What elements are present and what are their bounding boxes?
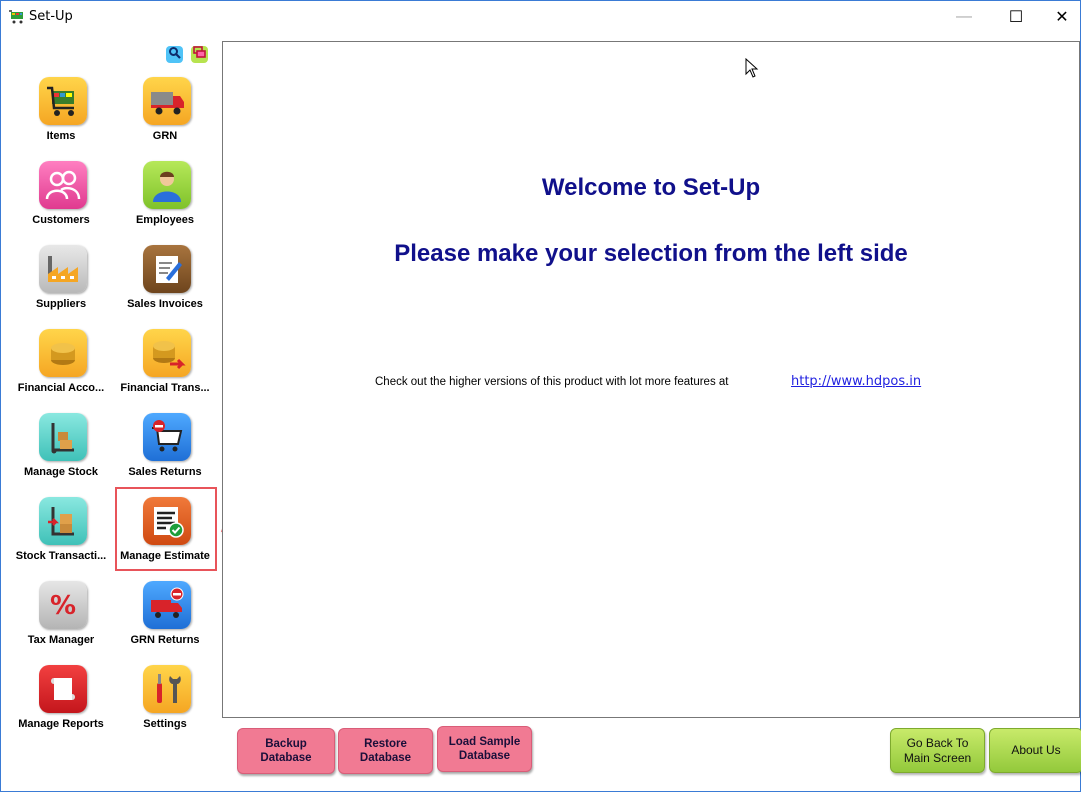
factory-icon bbox=[39, 245, 87, 293]
sidebar-item-label: Items bbox=[46, 130, 76, 142]
minimize-button[interactable]: — bbox=[941, 1, 987, 33]
sidebar-item-label: Financial Acco... bbox=[17, 382, 105, 394]
tools-icon bbox=[143, 665, 191, 713]
sidebar-item-label: Customers bbox=[32, 214, 90, 226]
maximize-icon: ☐ bbox=[1008, 9, 1024, 26]
sidebar-item-manage-reports[interactable]: Manage Reports bbox=[9, 661, 113, 743]
close-icon: ✕ bbox=[1055, 9, 1069, 26]
sidebar-item-sales-returns[interactable]: Sales Returns bbox=[113, 409, 217, 491]
delivery-truck-icon bbox=[143, 77, 191, 125]
backup-database-button[interactable]: Backup Database bbox=[237, 728, 335, 774]
sidebar-item-label: Employees bbox=[135, 214, 195, 226]
cart-app-icon bbox=[9, 10, 25, 24]
sidebar-item-manage-stock[interactable]: Manage Stock bbox=[9, 409, 113, 491]
sidebar-item-label: Financial Trans... bbox=[120, 382, 210, 394]
window-title: Set-Up bbox=[29, 9, 73, 24]
sidebar-item-customers[interactable]: Customers bbox=[9, 157, 113, 239]
cart-remove-icon bbox=[143, 413, 191, 461]
search-button[interactable] bbox=[166, 46, 183, 63]
edit-document-icon bbox=[143, 245, 191, 293]
svg-text:%: % bbox=[50, 591, 76, 621]
close-button[interactable]: ✕ bbox=[1039, 1, 1081, 33]
load-sample-database-button[interactable]: Load Sample Database bbox=[437, 726, 532, 772]
sidebar-item-employees[interactable]: Employees bbox=[113, 157, 217, 239]
coins-icon bbox=[39, 329, 87, 377]
title-bar: Set-Up — ☐ ✕ bbox=[1, 1, 1080, 33]
setup-window: Set-Up — ☐ ✕ Items GRN Customers Employe… bbox=[0, 0, 1081, 792]
windows-icon bbox=[193, 45, 206, 64]
sidebar-item-settings[interactable]: Settings bbox=[113, 661, 217, 743]
sidebar-item-grn[interactable]: GRN bbox=[113, 73, 217, 155]
welcome-heading: Welcome to Set-Up bbox=[541, 174, 761, 201]
sidebar-item-label: Manage Reports bbox=[18, 718, 104, 730]
promo-text: Check out the higher versions of this pr… bbox=[375, 376, 729, 388]
highlight-box bbox=[115, 487, 217, 571]
percent-icon: % bbox=[39, 581, 87, 629]
sidebar-item-label: Suppliers bbox=[35, 298, 87, 310]
sidebar-item-items[interactable]: Items bbox=[9, 73, 113, 155]
person-icon bbox=[143, 161, 191, 209]
hdpos-link[interactable]: http://www.hdpos.in bbox=[791, 374, 921, 389]
sidebar-item-grn-returns[interactable]: GRN Returns bbox=[113, 577, 217, 659]
go-back-main-screen-button[interactable]: Go Back To Main Screen bbox=[890, 728, 985, 773]
module-sidebar: Items GRN Customers Employees Suppliers … bbox=[9, 41, 222, 731]
sidebar-item-label: Stock Transacti... bbox=[15, 550, 107, 562]
sidebar-item-financial-accounts[interactable]: Financial Acco... bbox=[9, 325, 113, 407]
stock-transfer-icon bbox=[39, 497, 87, 545]
mouse-cursor-icon bbox=[745, 58, 759, 78]
sidebar-item-label: Manage Stock bbox=[24, 466, 98, 478]
people-icon bbox=[39, 161, 87, 209]
sidebar-item-label: Tax Manager bbox=[27, 634, 95, 646]
truck-remove-icon bbox=[143, 581, 191, 629]
sidebar-item-label: Settings bbox=[143, 718, 187, 730]
sidebar-item-stock-transactions[interactable]: Stock Transacti... bbox=[9, 493, 113, 575]
sidebar-item-label: GRN bbox=[152, 130, 178, 142]
hand-truck-icon bbox=[39, 413, 87, 461]
minimize-icon: — bbox=[956, 8, 972, 25]
sidebar-item-suppliers[interactable]: Suppliers bbox=[9, 241, 113, 323]
sidebar-item-financial-transactions[interactable]: Financial Trans... bbox=[113, 325, 217, 407]
report-scroll-icon bbox=[39, 665, 87, 713]
sidebar-item-tax-manager[interactable]: % Tax Manager bbox=[9, 577, 113, 659]
sidebar-item-label: Sales Returns bbox=[128, 466, 202, 478]
search-icon bbox=[168, 46, 181, 64]
sidebar-item-label: Sales Invoices bbox=[127, 298, 203, 310]
sidebar-item-label: GRN Returns bbox=[130, 634, 200, 646]
instruction-heading: Please make your selection from the left… bbox=[394, 240, 908, 267]
shopping-cart-icon bbox=[39, 77, 87, 125]
sidebar-item-sales-invoices[interactable]: Sales Invoices bbox=[113, 241, 217, 323]
maximize-button[interactable]: ☐ bbox=[993, 1, 1039, 33]
coins-transfer-icon bbox=[143, 329, 191, 377]
about-us-button[interactable]: About Us bbox=[989, 728, 1081, 773]
restore-database-button[interactable]: Restore Database bbox=[338, 728, 433, 774]
main-content: Welcome to Set-Up Please make your selec… bbox=[222, 41, 1080, 718]
windows-button[interactable] bbox=[191, 45, 208, 64]
